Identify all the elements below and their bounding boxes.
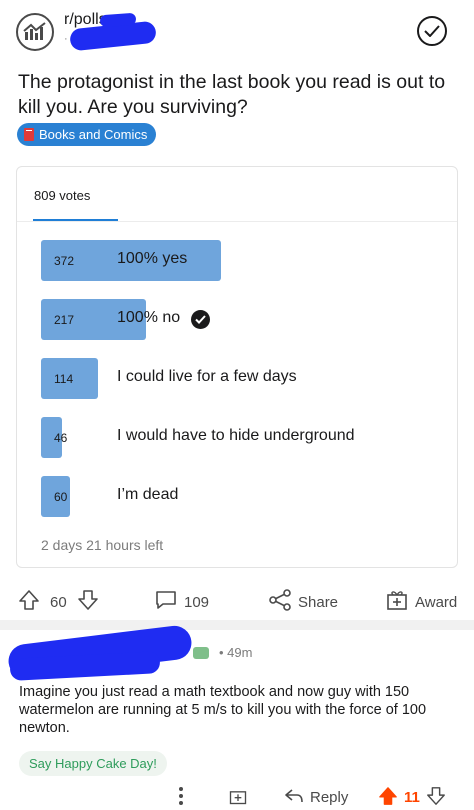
comment-award-button[interactable] (228, 785, 248, 810)
share-label: Share (298, 593, 339, 611)
poll-option-count: 217 (54, 313, 75, 327)
poll-option[interactable]: 114 I could live for a few days (41, 358, 431, 399)
selected-checkmark-icon (191, 310, 210, 329)
poll-card: 809 votes 372 100% yes 217 100% no 114 I… (16, 166, 458, 568)
poll-option-count: 60 (54, 490, 68, 504)
vote-group: 60 (18, 584, 99, 620)
award-label: Award (415, 593, 458, 611)
subreddit-avatar-icon[interactable] (16, 13, 54, 51)
poll-option-count: 372 (54, 254, 75, 268)
poll-time-left: 2 days 21 hours left (41, 537, 164, 553)
comment-score: 11 (404, 789, 420, 806)
comment-vote-group: 11 (378, 785, 446, 810)
post-score: 60 (50, 593, 67, 611)
poll-option-count: 46 (54, 431, 68, 445)
flair-label: Books and Comics (39, 127, 148, 142)
poll-option-label: I’m dead (117, 486, 179, 503)
post-header: r/polls · (0, 0, 474, 60)
book-icon (24, 128, 34, 141)
poll-vote-count: 809 votes (34, 188, 91, 203)
share-button[interactable]: Share (268, 584, 338, 620)
poll-option-label: 100% yes (117, 250, 188, 267)
poll-option-count: 114 (54, 372, 74, 386)
poll-divider (17, 221, 457, 222)
cake-day-button[interactable]: Say Happy Cake Day! (19, 751, 167, 776)
award-icon (228, 786, 248, 810)
post-actions-bar: 60 109 Share Award (0, 584, 474, 620)
reply-button[interactable]: Reply (284, 785, 348, 810)
share-icon (268, 589, 292, 615)
poll-option-label: I could live for a few days (117, 368, 297, 385)
award-button[interactable]: Award (385, 584, 457, 620)
award-icon (385, 589, 409, 615)
more-icon (178, 786, 184, 810)
comments-button[interactable]: 109 (154, 584, 209, 620)
user-flair-icon (193, 647, 209, 659)
post-flair[interactable]: Books and Comics (17, 123, 157, 146)
poll-option-label: 100% no (117, 309, 181, 326)
reply-label: Reply (310, 789, 349, 806)
comment-time: • 49m (219, 645, 253, 660)
post-meta: · (64, 33, 68, 45)
reply-icon (284, 787, 304, 809)
poll-option[interactable]: 372 100% yes (41, 240, 431, 281)
poll-option-label: I would have to hide underground (117, 427, 355, 444)
poll-option[interactable]: 46 I would have to hide underground (41, 417, 431, 458)
comment-actions-bar: Reply 11 (0, 785, 474, 810)
downvote-icon[interactable] (77, 589, 99, 615)
post-title[interactable]: The protagonist in the last book you rea… (18, 70, 458, 120)
upvote-icon[interactable] (18, 589, 40, 615)
downvote-icon[interactable] (426, 786, 446, 810)
upvote-icon[interactable] (378, 786, 398, 810)
checkmark-circle-icon[interactable] (417, 16, 447, 46)
section-divider (0, 620, 474, 630)
comment-body: Imagine you just read a math textbook an… (19, 684, 427, 736)
comment-icon (154, 589, 178, 615)
poll-option[interactable]: 60 I’m dead (41, 476, 431, 517)
redaction-mark (99, 12, 137, 28)
poll-option[interactable]: 217 100% no (41, 299, 431, 340)
comment-count: 109 (184, 593, 210, 611)
more-options-button[interactable] (178, 785, 184, 810)
